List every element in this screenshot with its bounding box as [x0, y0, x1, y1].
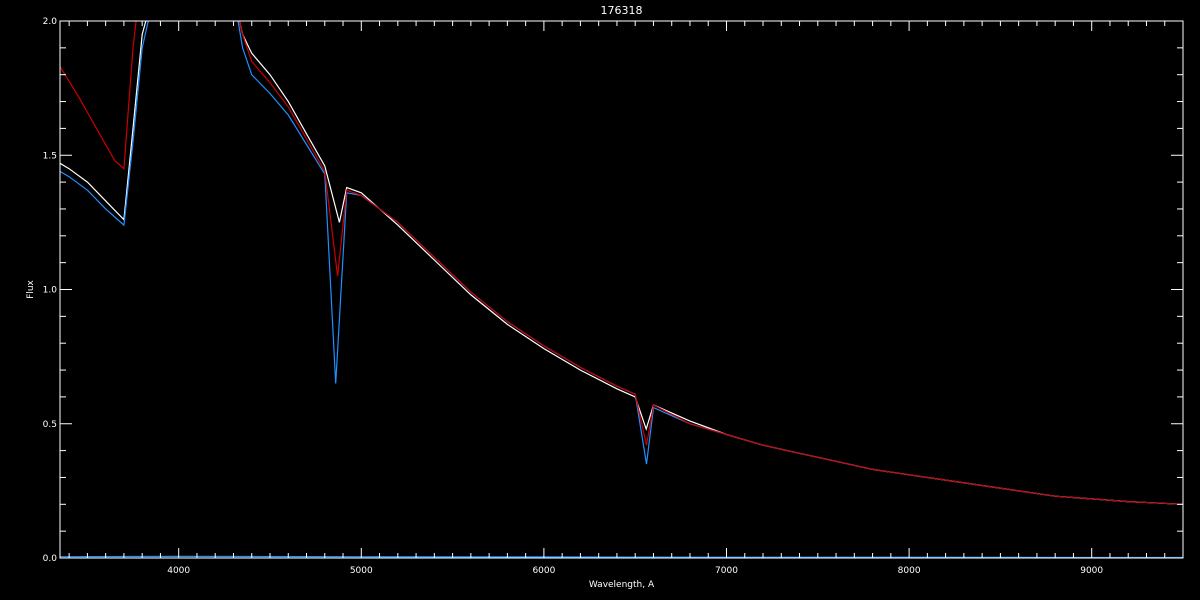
x-tick-label: 8000: [898, 566, 921, 576]
series-layer: [60, 21, 1183, 558]
x-tick-label: 5000: [350, 566, 373, 576]
y-tick-label: 0.0: [43, 554, 58, 564]
series-line-1: [60, 21, 1183, 505]
series-line-4: [60, 555, 1183, 558]
x-tick-label: 4000: [167, 566, 190, 576]
x-tick-label: 6000: [532, 566, 555, 576]
chart-title: 176318: [601, 4, 643, 17]
spectrum-chart: 4000 5000 6000 7000 8000 90000.00.51.01.52.0 …: [26, 4, 1184, 590]
x-tick-label: 7000: [715, 566, 738, 576]
y-tick-label: 2.0: [43, 17, 58, 27]
x-tick-label: 9000: [1080, 566, 1103, 576]
y-tick-label: 1.0: [43, 286, 58, 296]
ticks-layer: 4000 5000 6000 7000 8000 9000 0.0 0.5 1.0 1.5 2.0: [43, 17, 1184, 576]
x-axis-label: Wavelength, A: [589, 580, 655, 590]
series-line-3: [60, 21, 1183, 505]
plot-frame: [59, 20, 1184, 559]
series-line-2: [60, 21, 1183, 505]
y-tick-label: 1.5: [43, 151, 57, 161]
y-axis-label: Flux: [26, 279, 36, 298]
y-tick-label: 0.5: [43, 420, 57, 430]
